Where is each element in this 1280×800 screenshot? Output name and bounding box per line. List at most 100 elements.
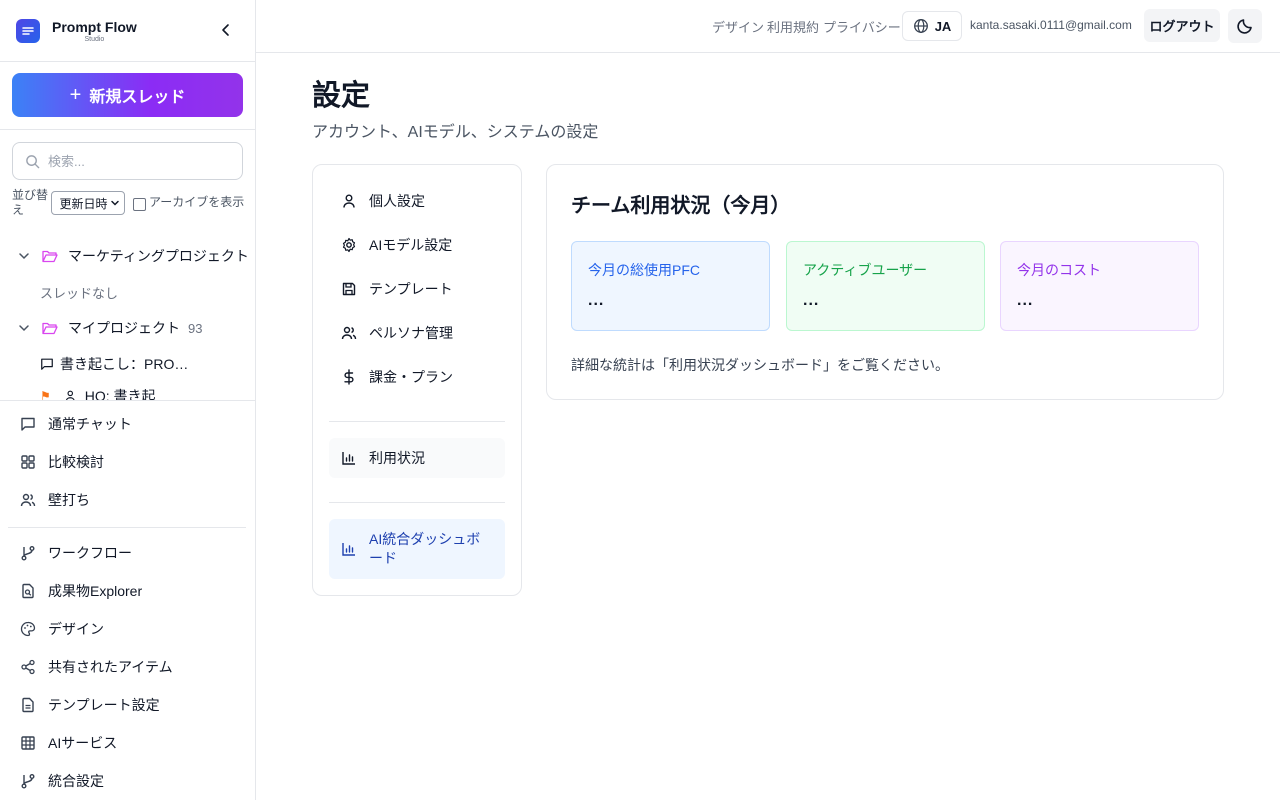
nav-compare[interactable]: 比較検討 <box>20 448 104 476</box>
new-thread-label: 新規スレッド <box>89 89 186 106</box>
collapse-sidebar-button[interactable] <box>216 20 236 40</box>
nav-label: デザイン <box>48 621 104 637</box>
users-icon <box>341 325 357 341</box>
settings-tab-billing[interactable]: 課金・プラン <box>329 357 505 397</box>
new-thread-button[interactable]: + 新規スレッド <box>12 73 243 117</box>
stat-value: ... <box>588 292 605 309</box>
search-box[interactable] <box>12 142 243 180</box>
header-link-design[interactable]: デザイン <box>712 17 764 36</box>
nav-label: 統合設定 <box>48 773 104 789</box>
archive-toggle[interactable]: アーカイブを表示 <box>133 195 247 211</box>
gear-icon <box>341 237 357 253</box>
divider <box>8 527 246 528</box>
search-icon <box>26 154 40 168</box>
nav-normal-chat[interactable]: 通常チャット <box>20 410 132 438</box>
language-switcher[interactable]: JA <box>902 11 962 41</box>
settings-tab-label: テンプレート <box>369 281 453 297</box>
top-header: デザイン 利用規約 プライバシー JA kanta.sasaki.0111@gm… <box>256 0 1280 53</box>
project-name: マイプロジェクト <box>68 320 180 336</box>
message-square-icon <box>41 358 53 370</box>
nav-label: 比較検討 <box>48 454 104 470</box>
language-code: JA <box>934 18 952 34</box>
thread-item[interactable]: 書き起こし：PRO… <box>40 350 188 378</box>
nav-template-settings[interactable]: テンプレート設定 <box>20 691 160 719</box>
settings-tab-label: AIモデル設定 <box>369 237 453 253</box>
users-icon <box>65 390 75 400</box>
bar-chart-icon <box>341 450 357 466</box>
nav-artifact-explorer[interactable]: 成果物Explorer <box>20 577 142 605</box>
sort-row: 並び替え 更新日時 アーカイブを表示 <box>12 186 247 220</box>
chevron-down-icon <box>19 325 29 332</box>
divider <box>0 400 255 401</box>
settings-tab-label: 利用状況 <box>369 450 425 466</box>
share-icon <box>20 659 36 675</box>
nav-integration-settings[interactable]: 統合設定 <box>20 767 104 795</box>
logout-button[interactable]: ログアウト <box>1144 9 1220 42</box>
nav-label: 共有されたアイテム <box>48 659 173 675</box>
archive-label: アーカイブを表示 <box>149 195 245 209</box>
table-grid-icon <box>20 735 36 751</box>
file-text-icon <box>20 697 36 713</box>
settings-tab-label: 個人設定 <box>369 193 425 209</box>
usage-title: チーム利用状況（今月） <box>571 195 791 217</box>
settings-tab-usage[interactable]: 利用状況 <box>329 438 505 478</box>
nav-ai-services[interactable]: AIサービス <box>20 729 117 757</box>
brand[interactable]: Prompt Flow Studio <box>16 18 137 44</box>
dollar-icon <box>341 369 357 385</box>
user-email: kanta.sasaki.0111@gmail.com <box>970 18 1132 32</box>
flag-icon: ⚑ <box>40 389 51 400</box>
divider <box>329 421 505 422</box>
settings-tab-label: AI統合ダッシュボ ード <box>369 531 481 566</box>
project-item[interactable]: マーケティングプロジェクト ( <box>18 242 255 270</box>
nav-design[interactable]: デザイン <box>20 615 104 643</box>
chevron-left-icon <box>222 24 229 36</box>
divider <box>329 502 505 503</box>
project-tree: マーケティングプロジェクト ( スレッドなし マイプロジェクト 93 書き起こし… <box>0 240 255 400</box>
page-subtitle: アカウント、AIモデル、システムの設定 <box>312 124 599 141</box>
brand-name: Prompt Flow <box>52 18 137 35</box>
nav-shared-items[interactable]: 共有されたアイテム <box>20 653 173 681</box>
team-usage-card: チーム利用状況（今月） 今月の総使用PFC ... アクティブユーザー ... … <box>546 164 1224 400</box>
plus-icon: + <box>69 84 82 106</box>
settings-tab-ai-model[interactable]: AIモデル設定 <box>329 225 505 265</box>
archive-checkbox[interactable] <box>133 198 146 211</box>
nav-workflow[interactable]: ワークフロー <box>20 539 132 567</box>
stat-active-users: アクティブユーザー ... <box>786 241 985 331</box>
sort-select[interactable]: 更新日時 <box>51 191 125 215</box>
thread-item[interactable]: ⚑ HO: 書き起 <box>40 382 156 400</box>
stat-label: 今月の総使用PFC <box>588 262 700 278</box>
settings-tab-ai-dashboard[interactable]: AI統合ダッシュボ ード <box>329 519 505 579</box>
nav-label: テンプレート設定 <box>48 697 160 713</box>
settings-nav: 個人設定 AIモデル設定 テンプレート ペルソナ管理 課金・プラン 利用状況 A… <box>312 164 522 596</box>
settings-tab-template[interactable]: テンプレート <box>329 269 505 309</box>
nav-label: ワークフロー <box>48 545 132 561</box>
git-branch-icon <box>20 545 36 561</box>
grid-icon <box>20 454 36 470</box>
globe-icon <box>913 18 929 34</box>
header-link-privacy[interactable]: プライバシー <box>823 17 901 36</box>
project-count: 93 <box>188 320 203 336</box>
thread-title: HO: 書き起 <box>84 388 156 400</box>
stat-label: 今月のコスト <box>1017 262 1101 278</box>
search-input[interactable] <box>48 153 228 169</box>
nav-brainstorm[interactable]: 壁打ち <box>20 486 90 514</box>
usage-note: 詳細な統計は「利用状況ダッシュボード」をご覧ください。 <box>571 357 949 373</box>
brand-subtitle: Studio <box>84 35 105 43</box>
settings-tab-label: ペルソナ管理 <box>369 325 453 341</box>
message-square-icon <box>20 416 36 432</box>
palette-icon <box>20 621 36 637</box>
settings-tab-label: 課金・プラン <box>369 369 453 385</box>
users-icon <box>20 492 36 508</box>
user-icon <box>341 193 357 209</box>
stat-monthly-cost: 今月のコスト ... <box>1000 241 1199 331</box>
empty-thread-note: スレッドなし <box>40 285 119 301</box>
stat-value: ... <box>803 292 820 309</box>
theme-toggle-button[interactable] <box>1228 9 1262 43</box>
settings-tab-persona[interactable]: ペルソナ管理 <box>329 313 505 353</box>
header-link-terms[interactable]: 利用規約 <box>767 17 819 36</box>
folder-open-icon <box>42 322 58 335</box>
project-name: マーケティングプロジェクト <box>68 248 249 264</box>
settings-tab-personal[interactable]: 個人設定 <box>329 181 505 221</box>
project-item[interactable]: マイプロジェクト 93 <box>18 314 202 342</box>
nav-label: AIサービス <box>48 735 118 751</box>
